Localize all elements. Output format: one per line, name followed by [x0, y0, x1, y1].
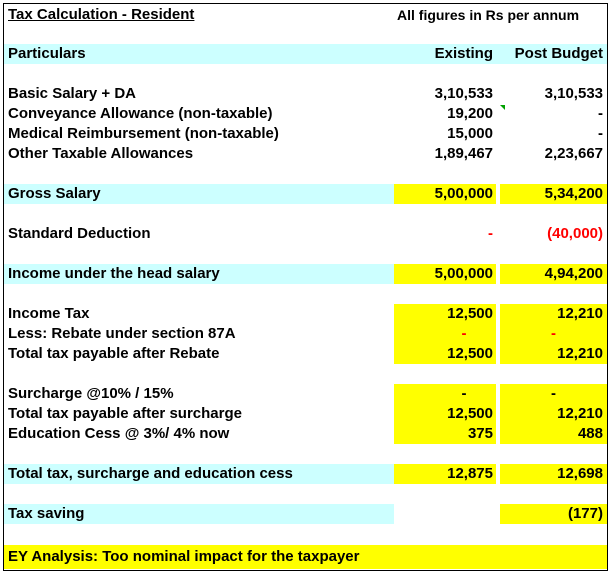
row-label: Standard Deduction [8, 225, 151, 242]
row-label: Less: Rebate under section 87A [8, 325, 236, 342]
row-label: Income under the head salary [8, 265, 220, 282]
row-after-rebate: Total tax payable after Rebate 12,500 12… [4, 344, 607, 364]
existing-value: 3,10,533 [434, 85, 493, 102]
post-budget-value: 4,94,200 [500, 264, 607, 284]
row-label: Total tax payable after surcharge [8, 405, 242, 422]
row-label: Education Cess @ 3%/ 4% now [8, 425, 230, 442]
title-row: Tax Calculation - Resident All figures i… [4, 5, 607, 25]
existing-value: 375 [394, 424, 496, 444]
post-budget-value: 12,210 [500, 304, 607, 324]
header-existing: Existing [434, 45, 493, 62]
existing-value: 5,00,000 [394, 264, 496, 284]
row-conveyance: Conveyance Allowance (non-taxable) 19,20… [4, 104, 607, 124]
row-rebate: Less: Rebate under section 87A - - [4, 324, 607, 344]
row-gross-salary: Gross Salary 5,00,000 5,34,200 [4, 184, 607, 204]
header-row: Particulars Existing Post Budget [4, 44, 607, 64]
header-particulars: Particulars [8, 45, 86, 62]
existing-value: 12,500 [394, 304, 496, 324]
post-budget-value: 12,210 [500, 404, 607, 424]
existing-value: 12,500 [394, 404, 496, 424]
row-after-surcharge: Total tax payable after surcharge 12,500… [4, 404, 607, 424]
post-budget-value: 3,10,533 [544, 85, 603, 102]
post-budget-value: - [598, 125, 603, 142]
row-total-tax: Total tax, surcharge and education cess … [4, 464, 607, 484]
row-label: Other Taxable Allowances [8, 145, 194, 162]
existing-value: 12,500 [394, 344, 496, 364]
post-budget-value: 12,698 [500, 464, 607, 484]
header-post-budget: Post Budget [514, 45, 603, 62]
post-budget-value: 2,23,667 [544, 145, 603, 162]
comment-indicator-icon [500, 105, 505, 110]
existing-value: 19,200 [447, 105, 493, 122]
existing-value: 1,89,467 [434, 145, 493, 162]
existing-value: 12,875 [394, 464, 496, 484]
row-label: Medical Reimbursement (non-taxable) [8, 125, 279, 142]
row-label: Total tax payable after Rebate [8, 345, 220, 362]
tax-calculation-sheet: Tax Calculation - Resident All figures i… [3, 3, 608, 571]
post-budget-value: 488 [500, 424, 607, 444]
existing-value: 5,00,000 [394, 184, 496, 204]
row-basic-salary: Basic Salary + DA 3,10,533 3,10,533 [4, 84, 607, 104]
post-budget-value: (40,000) [547, 225, 603, 242]
existing-value: - [394, 324, 496, 344]
post-budget-value: 12,210 [500, 344, 607, 364]
post-budget-value: - [500, 324, 607, 344]
row-standard-deduction: Standard Deduction - (40,000) [4, 224, 607, 244]
existing-value: - [394, 384, 496, 404]
row-label: Surcharge @10% / 15% [8, 385, 174, 402]
row-label: Gross Salary [8, 185, 101, 202]
figures-note: All figures in Rs per annum [397, 7, 580, 23]
existing-value: - [488, 225, 493, 242]
row-label: Conveyance Allowance (non-taxable) [8, 105, 273, 122]
post-budget-value: (177) [500, 504, 607, 524]
sheet-title: Tax Calculation - Resident [8, 6, 195, 23]
existing-value: 15,000 [447, 125, 493, 142]
post-budget-value: - [598, 105, 603, 122]
row-label: Basic Salary + DA [8, 85, 136, 102]
row-surcharge: Surcharge @10% / 15% - - [4, 384, 607, 404]
row-income-tax: Income Tax 12,500 12,210 [4, 304, 607, 324]
analysis-banner: EY Analysis: Too nominal impact for the … [4, 545, 607, 569]
row-label: Total tax, surcharge and education cess [8, 465, 293, 482]
row-education-cess: Education Cess @ 3%/ 4% now 375 488 [4, 424, 607, 444]
post-budget-value: 5,34,200 [500, 184, 607, 204]
row-label: Tax saving [8, 505, 85, 522]
post-budget-value: - [500, 384, 607, 404]
analysis-text: EY Analysis: Too nominal impact for the … [8, 548, 360, 565]
row-medical: Medical Reimbursement (non-taxable) 15,0… [4, 124, 607, 144]
row-income-salary: Income under the head salary 5,00,000 4,… [4, 264, 607, 284]
row-tax-saving: Tax saving (177) [4, 504, 607, 524]
row-other-allowances: Other Taxable Allowances 1,89,467 2,23,6… [4, 144, 607, 164]
row-label: Income Tax [8, 305, 90, 322]
